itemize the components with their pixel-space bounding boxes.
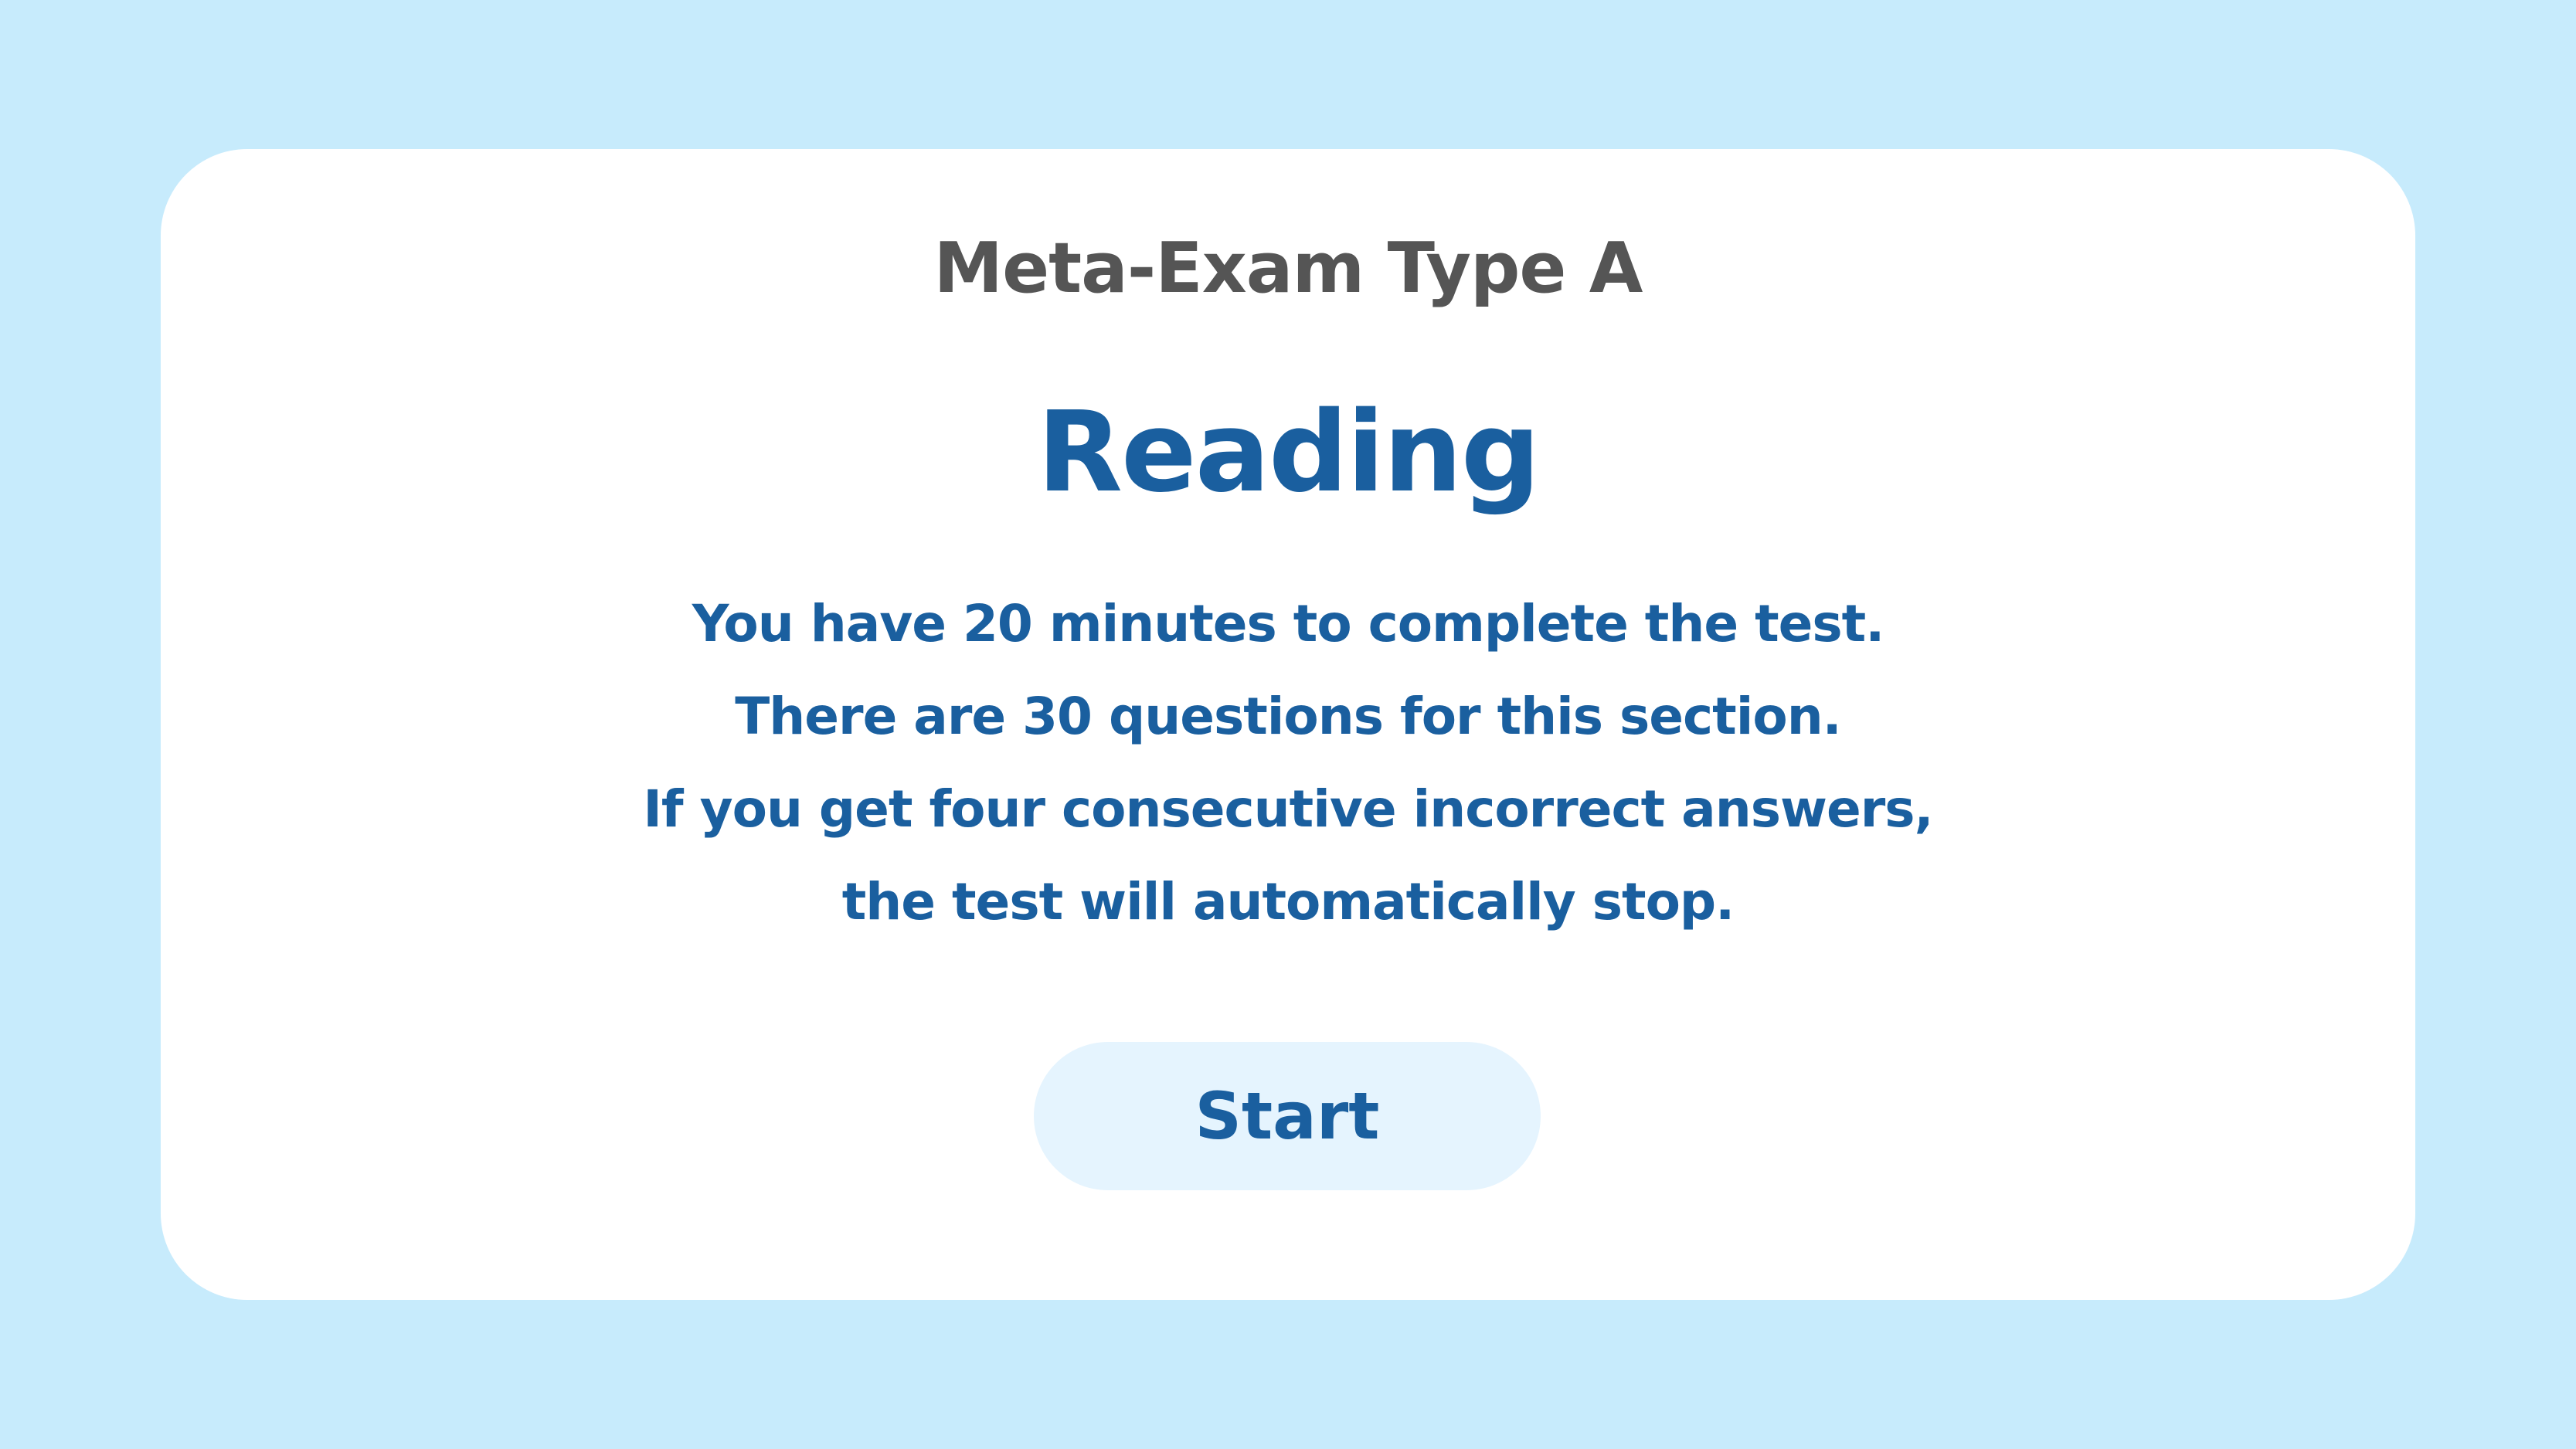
start-button[interactable]: Start <box>1034 1042 1541 1190</box>
exam-type-label: Meta-Exam Type A <box>933 228 1643 309</box>
section-title: Reading <box>1037 387 1541 517</box>
instruction-stop-rule: If you get four consecutive incorrect an… <box>643 779 1933 839</box>
instructions-block: You have 20 minutes to complete the test… <box>161 578 2415 948</box>
instruction-question-count: There are 30 questions for this section. <box>735 687 1842 746</box>
instruction-stop-rule-continued: the test will automatically stop. <box>841 872 1735 932</box>
exam-intro-card: Meta-Exam Type A Reading You have 20 min… <box>161 149 2415 1300</box>
instruction-time-limit: You have 20 minutes to complete the test… <box>692 594 1885 653</box>
